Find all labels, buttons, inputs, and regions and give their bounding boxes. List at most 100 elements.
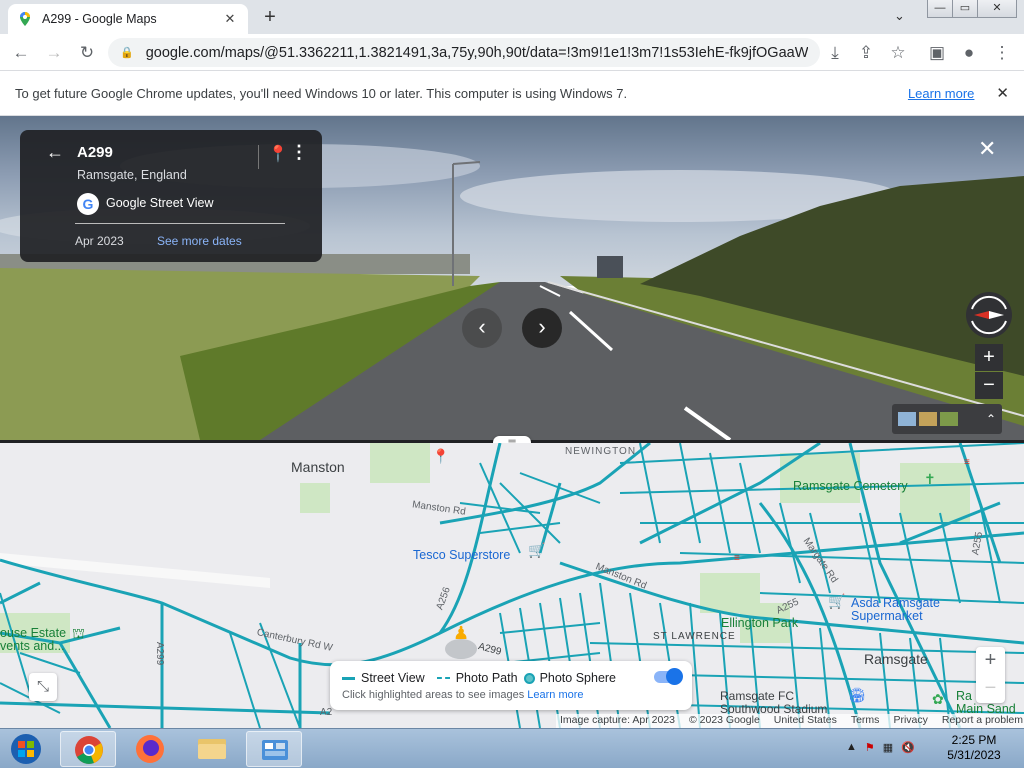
expand-chevron-icon[interactable]: ⌃ — [986, 412, 996, 426]
pegman-icon[interactable]: ♟ — [453, 623, 469, 644]
tab-close-icon[interactable]: ✕ — [222, 11, 238, 27]
footer-capture-date: Image capture: Apr 2023 — [560, 714, 675, 726]
back-arrow-icon[interactable]: ← — [8, 40, 34, 66]
taskbar-clock[interactable]: 2:25 PM 5/31/2023 — [944, 733, 1004, 763]
tab-strip: A299 - Google Maps ✕ + ⌄ — ▭ ✕ — [0, 0, 1024, 34]
map-label-newington[interactable]: NEWINGTON — [565, 446, 636, 457]
train-station-icon[interactable]: ≡ — [964, 457, 970, 468]
map-label-asda-2[interactable]: Supermarket — [851, 609, 923, 623]
network-icon[interactable]: ▦ — [883, 741, 893, 754]
lock-icon[interactable]: 🔒 — [120, 46, 134, 59]
taskbar-control-panel[interactable] — [246, 731, 302, 767]
place-name: Ramsgate, England — [77, 168, 187, 182]
tray-expand-icon[interactable]: ▲ — [846, 741, 857, 754]
provider-label: Google Street View — [106, 196, 214, 210]
share-icon[interactable]: ⇪ — [853, 40, 879, 66]
start-button[interactable] — [4, 731, 48, 767]
legend-hint-text: Click highlighted areas to see images — [342, 689, 525, 701]
address-bar[interactable]: 🔒 google.com/maps/@51.3362211,1.3821491,… — [108, 38, 820, 67]
bookmark-star-icon[interactable]: ☆ — [885, 40, 911, 66]
folder-icon[interactable] — [184, 731, 240, 767]
legend-photo-sphere: Photo Sphere — [539, 671, 617, 685]
stadium-icon[interactable]: 🏟 — [848, 687, 866, 704]
taskbar-explorer[interactable] — [184, 731, 240, 767]
map-label-ramsgate[interactable]: Ramsgate — [864, 651, 928, 667]
tab-google-maps[interactable]: A299 - Google Maps ✕ — [8, 4, 248, 34]
map-label-asda-1[interactable]: Asda Ramsgate — [851, 596, 940, 610]
nav-right-arrow-icon[interactable]: › — [522, 308, 562, 348]
footer-region[interactable]: United States — [774, 714, 837, 728]
toggle-knob[interactable] — [666, 668, 683, 685]
map-label-house-estate-2[interactable]: vents and... — [0, 639, 65, 653]
google-maps-icon — [20, 12, 30, 26]
forward-arrow-icon[interactable]: → — [41, 40, 67, 66]
map-zoom-in-button[interactable]: + — [976, 647, 1005, 675]
firefox-icon[interactable] — [122, 731, 178, 767]
attraction-icon[interactable]: ⛫ — [72, 625, 85, 644]
map-label-ellington-park[interactable]: Ellington Park — [721, 616, 798, 630]
park-marker-icon[interactable]: 📍 — [432, 448, 449, 465]
infobar-close-icon[interactable]: ✕ — [996, 84, 1009, 102]
install-app-icon[interactable]: ⤓ — [822, 40, 848, 66]
thumbnail-trees[interactable] — [940, 412, 958, 426]
map-label-manston[interactable]: Manston — [291, 459, 345, 475]
new-tab-button[interactable]: + — [258, 6, 282, 30]
location-pin-icon[interactable]: 📍 — [268, 144, 288, 164]
footer-privacy-link[interactable]: Privacy — [893, 714, 927, 728]
url-text[interactable]: google.com/maps/@51.3362211,1.3821491,3a… — [146, 45, 808, 61]
side-panel-icon[interactable]: ▣ — [924, 40, 950, 66]
taskbar-chrome[interactable] — [60, 731, 116, 767]
nav-left-arrow-icon[interactable]: ‹ — [462, 308, 502, 348]
action-center-icon[interactable]: ⚑ — [865, 741, 875, 754]
control-panel-icon[interactable] — [247, 732, 303, 768]
system-tray: ▲ ⚑ ▦ 🔇 — [846, 741, 915, 754]
reload-icon[interactable]: ↻ — [74, 40, 100, 66]
map-label-ramsgate-fc[interactable]: Ramsgate FC — [720, 689, 794, 703]
windows-logo-icon[interactable] — [4, 731, 48, 767]
compass-icon[interactable] — [966, 292, 1012, 338]
sv-zoom-in-button[interactable]: + — [975, 344, 1003, 371]
street-view-panorama[interactable]: ← A299 Ramsgate, England G Google Street… — [0, 116, 1024, 440]
map-label-ramsgate-main-1[interactable]: Ra — [956, 689, 972, 703]
shopping-cart-icon[interactable]: 🛒 — [828, 593, 845, 610]
imagery-thumbnails[interactable]: ⌃ — [892, 404, 1002, 434]
map-label-tesco[interactable]: Tesco Superstore — [413, 548, 510, 562]
browser-toolbar: ← → ↻ 🔒 google.com/maps/@51.3362211,1.38… — [0, 34, 1024, 71]
map-label-house-estate-1[interactable]: ouse Estate — [0, 626, 66, 640]
chrome-icon[interactable] — [61, 732, 117, 768]
legend-learn-more-link[interactable]: Learn more — [527, 689, 583, 701]
thumbnail-sky[interactable] — [898, 412, 916, 426]
close-window-button[interactable]: ✕ — [977, 0, 1017, 18]
back-arrow-icon[interactable]: ← — [46, 142, 64, 163]
sv-zoom-out-button[interactable]: − — [975, 372, 1003, 399]
capture-date: Apr 2023 — [75, 234, 124, 248]
footer-report-link[interactable]: Report a problem — [942, 714, 1023, 728]
cemetery-icon[interactable]: ✝ — [924, 471, 936, 488]
volume-icon[interactable]: 🔇 — [901, 741, 915, 754]
map-label-ramsgate-cemetery[interactable]: Ramsgate Cemetery — [793, 479, 908, 493]
map-footer: Image capture: Apr 2023 © 2023 Google Un… — [556, 714, 1024, 728]
footer-terms-link[interactable]: Terms — [851, 714, 880, 728]
minimize-button[interactable]: — — [927, 0, 953, 18]
street-view-layer-toggle[interactable] — [654, 668, 683, 685]
shopping-cart-icon[interactable]: 🛒 — [528, 542, 545, 559]
see-more-dates-link[interactable]: See more dates — [157, 234, 242, 248]
map-zoom-out-button[interactable]: − — [976, 675, 1005, 703]
more-options-icon[interactable]: ⋮ — [290, 142, 308, 163]
google-g-icon: G — [77, 193, 99, 215]
close-street-view-icon[interactable]: ✕ — [978, 136, 996, 162]
park-icon[interactable]: ✿ — [932, 691, 944, 708]
vertical-divider — [258, 145, 259, 169]
infobar-learn-more-link[interactable]: Learn more — [908, 86, 974, 101]
infobar-message: To get future Google Chrome updates, you… — [15, 85, 628, 101]
map-label-st-lawrence[interactable]: ST LAWRENCE — [653, 631, 736, 642]
taskbar-firefox[interactable] — [122, 731, 178, 767]
chrome-menu-icon[interactable]: ⋮ — [989, 40, 1015, 66]
collapse-map-icon[interactable]: ⤡ — [29, 673, 57, 701]
thumbnail-field[interactable] — [919, 412, 937, 426]
profile-avatar-icon[interactable]: ● — [956, 40, 982, 66]
tab-search-chevron-icon[interactable]: ⌄ — [894, 8, 905, 24]
train-station-icon[interactable]: ≡ — [734, 553, 740, 564]
photo-sphere-dot-icon — [523, 672, 535, 684]
maximize-button[interactable]: ▭ — [952, 0, 978, 18]
